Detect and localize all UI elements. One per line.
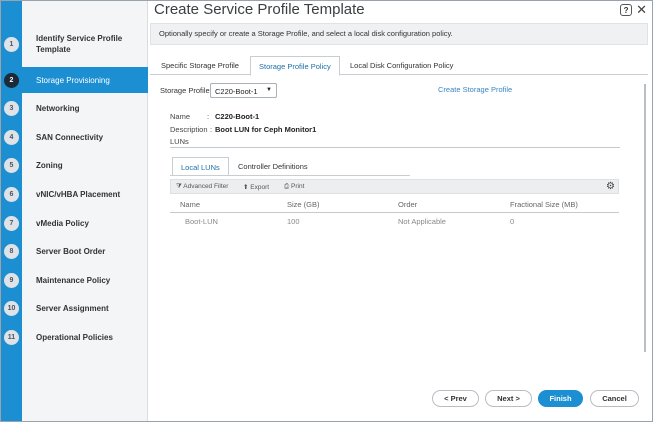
step-number: 3 xyxy=(4,100,19,116)
cell-order: Not Applicable xyxy=(398,217,446,226)
step-number: 8 xyxy=(4,243,19,259)
step-number: 9 xyxy=(4,272,19,288)
next-button[interactable]: Next > xyxy=(485,390,532,407)
cell-fractional-size: 0 xyxy=(510,217,515,226)
finish-button[interactable]: Finish xyxy=(538,390,583,407)
export-button[interactable]: ⬆ Export xyxy=(243,183,269,191)
step-label: Networking xyxy=(36,103,80,113)
step-label: Maintenance Policy xyxy=(36,275,111,285)
step-label: Operational Policies xyxy=(36,332,113,342)
step-number: 5 xyxy=(4,157,19,173)
divider xyxy=(170,147,620,148)
description-label: Description xyxy=(170,125,208,134)
step-vnic-vhba-placement[interactable]: 6 vNIC/vHBA Placement xyxy=(1,181,148,207)
step-operational-policies[interactable]: 11 Operational Policies xyxy=(1,324,148,350)
column-header-order[interactable]: Order xyxy=(398,200,417,209)
instructions-banner: Optionally specify or create a Storage P… xyxy=(150,23,648,45)
storage-profile-select[interactable]: C220-Boot-1 ▼ xyxy=(210,83,277,98)
storage-profile-label: Storage Profile: xyxy=(160,86,212,95)
step-label: vNIC/vHBA Placement xyxy=(36,189,121,199)
step-label: Storage Provisioning xyxy=(36,75,110,85)
window-controls: ? ✕ xyxy=(620,3,647,16)
tab-local-luns[interactable]: Local LUNs xyxy=(172,157,229,176)
window-title: Create Service Profile Template xyxy=(154,1,365,18)
step-zoning[interactable]: 5 Zoning xyxy=(1,152,148,178)
column-header-size[interactable]: Size (GB) xyxy=(287,200,320,209)
step-number: 4 xyxy=(4,129,19,145)
export-label: Export xyxy=(250,184,270,191)
vertical-scrollbar[interactable] xyxy=(644,84,646,352)
description-value: Boot LUN for Ceph Monitor1 xyxy=(215,125,317,134)
name-separator: : xyxy=(207,112,210,121)
step-number: 6 xyxy=(4,186,19,202)
print-button[interactable]: ⎙ Print xyxy=(284,183,304,191)
advanced-filter-button[interactable]: ⧩ Advanced Filter xyxy=(176,183,228,191)
export-icon: ⬆ xyxy=(243,184,249,191)
step-server-assignment[interactable]: 10 Server Assignment xyxy=(1,295,148,321)
description-separator: : xyxy=(210,125,213,134)
step-networking[interactable]: 3 Networking xyxy=(1,95,148,121)
luns-section-label: LUNs xyxy=(170,137,189,146)
name-label: Name xyxy=(170,112,191,121)
wizard-steps-panel: 1 Identify Service Profile Template 2 St… xyxy=(1,1,148,421)
prev-button[interactable]: < Prev xyxy=(432,390,479,407)
cell-name: Boot-LUN xyxy=(185,217,218,226)
step-number: 2 xyxy=(4,72,19,88)
cell-size: 100 xyxy=(287,217,300,226)
print-label: Print xyxy=(291,183,305,190)
step-san-connectivity[interactable]: 4 SAN Connectivity xyxy=(1,124,148,150)
close-icon[interactable]: ✕ xyxy=(636,3,647,16)
step-number: 1 xyxy=(4,36,19,52)
chevron-down-icon: ▼ xyxy=(266,87,272,93)
table-toolbar: ⧩ Advanced Filter ⬆ Export ⎙ Print ⚙ xyxy=(170,179,619,194)
column-header-fractional-size[interactable]: Fractional Size (MB) xyxy=(510,200,578,209)
step-storage-provisioning[interactable]: 2 Storage Provisioning xyxy=(1,67,148,93)
help-icon[interactable]: ? xyxy=(620,4,633,16)
step-vmedia-policy[interactable]: 7 vMedia Policy xyxy=(1,210,148,236)
step-number: 10 xyxy=(4,300,19,316)
step-label: Server Boot Order xyxy=(36,246,106,256)
storage-profile-selected-value: C220-Boot-1 xyxy=(215,87,258,96)
step-label: vMedia Policy xyxy=(36,218,89,228)
filter-icon: ⧩ xyxy=(176,183,182,190)
tab-controller-definitions[interactable]: Controller Definitions xyxy=(230,157,316,176)
name-value: C220-Boot-1 xyxy=(215,112,260,121)
table-header-divider xyxy=(170,212,619,213)
step-label: Identify Service Profile Template xyxy=(36,34,123,54)
step-label: Zoning xyxy=(36,160,63,170)
create-storage-profile-link[interactable]: Create Storage Profile xyxy=(438,85,512,94)
step-label: SAN Connectivity xyxy=(36,132,104,142)
advanced-filter-label: Advanced Filter xyxy=(183,183,229,190)
step-label: Server Assignment xyxy=(36,303,109,313)
cancel-button[interactable]: Cancel xyxy=(590,390,639,407)
step-maintenance-policy[interactable]: 9 Maintenance Policy xyxy=(1,267,148,293)
tab-specific-storage-profile[interactable]: Specific Storage Profile xyxy=(153,56,247,75)
print-icon: ⎙ xyxy=(284,183,290,190)
step-identify-service-profile-template[interactable]: 1 Identify Service Profile Template xyxy=(1,28,148,60)
tab-local-disk-configuration-policy[interactable]: Local Disk Configuration Policy xyxy=(342,56,461,75)
column-header-name[interactable]: Name xyxy=(180,200,200,209)
subtab-divider xyxy=(170,175,410,176)
step-number: 11 xyxy=(4,329,19,345)
tab-storage-profile-policy[interactable]: Storage Profile Policy xyxy=(250,56,340,76)
gear-icon[interactable]: ⚙ xyxy=(606,181,615,192)
storage-tabs: Specific Storage Profile Storage Profile… xyxy=(150,56,648,76)
step-server-boot-order[interactable]: 8 Server Boot Order xyxy=(1,238,148,264)
step-number: 7 xyxy=(4,215,19,231)
